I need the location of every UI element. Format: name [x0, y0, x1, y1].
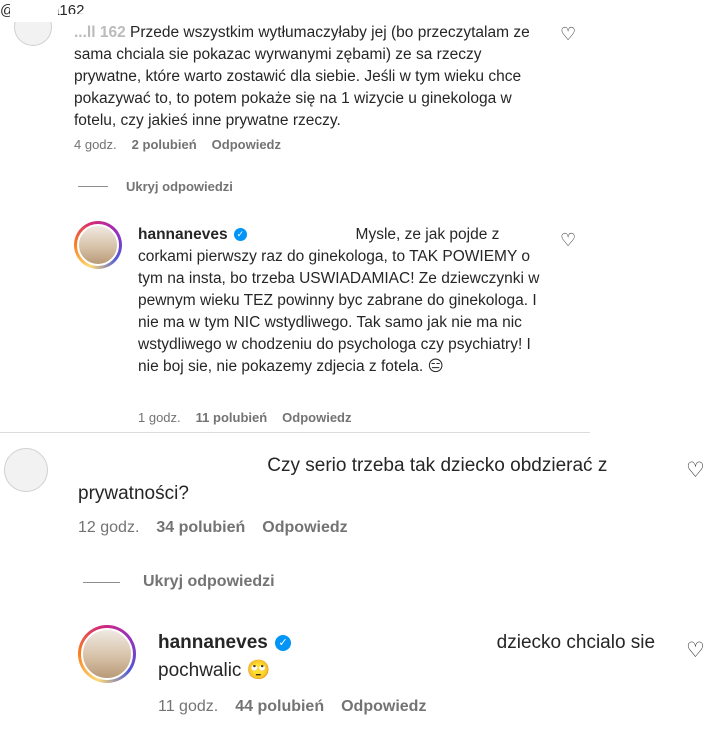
verified-badge-icon: ✓ — [233, 228, 247, 242]
reply1-likes[interactable]: 11 polubień — [196, 410, 268, 425]
comment2-meta: 12 godz. 34 polubień Odpowiedz — [78, 519, 348, 537]
comment1-hide-replies[interactable]: Ukryj odpowiedzi — [78, 179, 233, 194]
reply1-time: 1 godz. — [138, 410, 181, 425]
hide-replies-line — [83, 581, 120, 583]
comment1-likes[interactable]: 2 polubień — [132, 137, 197, 152]
section-divider — [0, 432, 590, 433]
comment1-like-icon[interactable]: ♡ — [560, 25, 576, 43]
reply2-meta: 11 godz. 44 polubień Odpowiedz — [158, 698, 426, 716]
comment1-username[interactable]: ...ll 162 — [74, 24, 126, 41]
comment2-hide-replies-label[interactable]: Ukryj odpowiedzi — [143, 573, 275, 591]
reply2-like-icon[interactable]: ♡ — [686, 640, 705, 661]
reply1-avatar[interactable] — [74, 221, 122, 269]
reply2-username[interactable]: hannaneves — [158, 632, 268, 653]
reply2-time: 11 godz. — [158, 698, 219, 715]
comment2-text: Czy serio trzeba tak dziecko obdzierać z… — [78, 455, 608, 504]
verified-badge-icon: ✓ — [275, 634, 292, 651]
comment2-text-block: Czy serio trzeba tak dziecko obdzierać z… — [78, 452, 658, 508]
comment2-like-icon[interactable]: ♡ — [686, 460, 705, 481]
reply1-like-icon[interactable]: ♡ — [560, 231, 576, 249]
comment1-text-block: ...ll 162 Przede wszystkim wytłumaczyłab… — [74, 22, 544, 132]
reply2-likes[interactable]: 44 polubień — [235, 698, 324, 716]
comment2-likes[interactable]: 34 polubień — [156, 519, 245, 537]
reply2-avatar[interactable] — [78, 625, 136, 683]
reply2-reply-button[interactable]: Odpowiedz — [341, 698, 426, 716]
comment2-reply-button[interactable]: Odpowiedz — [262, 519, 347, 537]
comment1-hide-replies-label[interactable]: Ukryj odpowiedzi — [126, 179, 233, 194]
comment1-time: 4 godz. — [74, 137, 117, 152]
comment2-hide-replies[interactable]: Ukryj odpowiedzi — [83, 573, 275, 591]
reply2-text-block: hannaneves ✓ dziecko chcialo sie pochwal… — [158, 629, 658, 685]
comment2-time: 12 godz. — [78, 519, 140, 536]
comment1-text: Przede wszystkim wytłumaczyłaby jej (bo … — [74, 24, 530, 129]
reply1-text-block: hannaneves ✓ Mysle, ze jak pojde z corka… — [138, 224, 542, 378]
reply1-text: Mysle, ze jak pojde z corkami pierwszy r… — [138, 226, 540, 375]
reply1-meta: 1 godz. 11 polubień Odpowiedz — [138, 410, 352, 425]
comment2-avatar[interactable] — [4, 448, 48, 492]
reply1-reply-button[interactable]: Odpowiedz — [282, 410, 351, 425]
comment1-reply-button[interactable]: Odpowiedz — [212, 137, 281, 152]
comment1-meta: 4 godz. 2 polubień Odpowiedz — [74, 137, 281, 152]
hide-replies-line — [78, 186, 108, 187]
reply1-username[interactable]: hannaneves — [138, 226, 228, 243]
